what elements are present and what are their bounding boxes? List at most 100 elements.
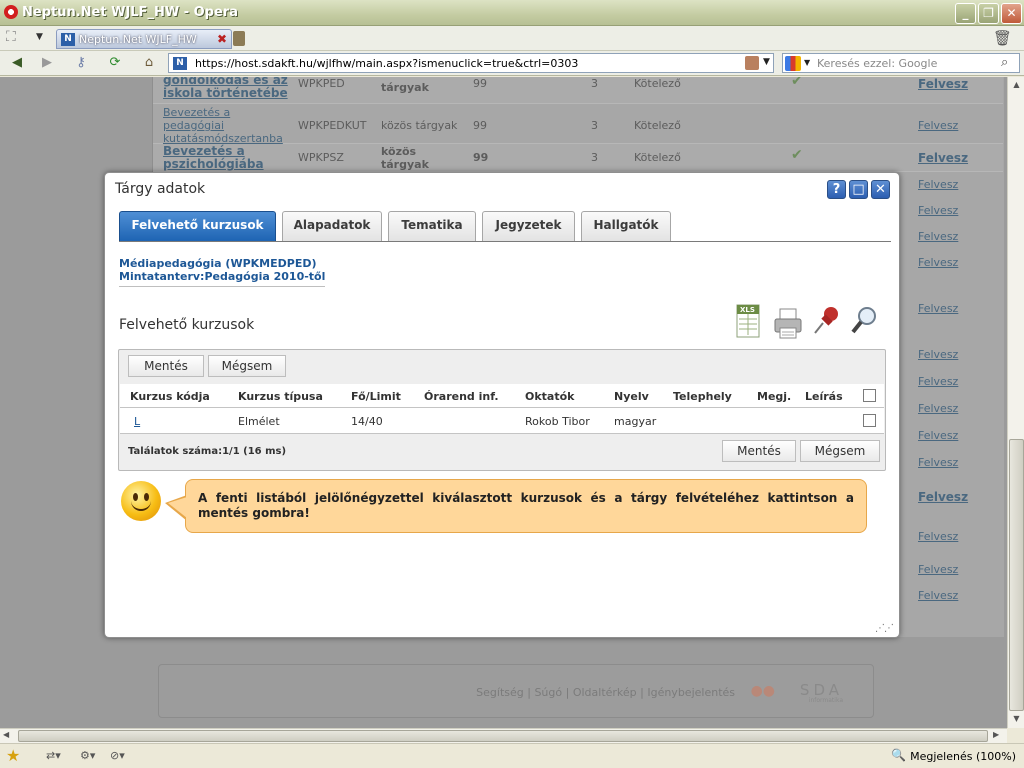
horizontal-scrollbar[interactable]: ◀ ▶ xyxy=(0,728,1007,743)
close-dialog-button[interactable]: ✕ xyxy=(871,180,890,199)
tab-basic-data[interactable]: Alapadatok xyxy=(282,211,382,241)
enroll-link[interactable]: Felvesz xyxy=(918,77,968,91)
cancel-button-bottom[interactable]: Mégsem xyxy=(800,440,880,462)
enroll-link[interactable]: Felvesz xyxy=(918,490,968,504)
back-icon[interactable]: ◀ xyxy=(6,53,28,73)
pin-icon[interactable] xyxy=(811,303,841,343)
zoom-icon[interactable]: 🔍 xyxy=(891,748,906,762)
hint-message: A fenti listából jelölőnégyzettel kivála… xyxy=(185,479,867,533)
results-count: Találatok száma:1/1 (16 ms) xyxy=(128,446,287,457)
enroll-link[interactable]: Felvesz xyxy=(918,348,958,361)
help-button[interactable]: ? xyxy=(827,180,846,199)
star-icon[interactable]: ★ xyxy=(6,746,20,765)
dialog-title: Tárgy adatok xyxy=(115,181,206,197)
column-header[interactable]: Kurzus típusa xyxy=(238,390,323,403)
enroll-link[interactable]: Felvesz xyxy=(918,178,958,191)
hscroll-thumb[interactable] xyxy=(18,730,988,742)
enroll-link[interactable]: Felvesz xyxy=(918,563,958,576)
tab-notes[interactable]: Jegyzetek xyxy=(482,211,575,241)
subject-details-dialog: Tárgy adatok ? □ ✕ Felvehető kurzusok Al… xyxy=(104,172,900,638)
xls-export-icon[interactable]: XLS xyxy=(735,303,765,343)
scroll-up-icon[interactable]: ▲ xyxy=(1010,78,1023,92)
search-go-icon[interactable]: ⌕ xyxy=(1001,55,1008,70)
column-header[interactable]: Kurzus kódja xyxy=(130,390,210,403)
footer-logo-subtitle: informatika xyxy=(808,697,843,704)
scroll-right-icon[interactable]: ▶ xyxy=(993,730,999,739)
url-field[interactable]: N https://host.sdakft.hu/wjlfhw/main.asp… xyxy=(168,53,774,73)
section-title: Felvehető kurzusok xyxy=(119,317,255,333)
maximize-button[interactable]: ❐ xyxy=(978,3,999,24)
column-header[interactable]: Megj. xyxy=(757,390,791,403)
column-header[interactable]: Telephely xyxy=(673,390,732,403)
unite-icon[interactable]: ⚙▾ xyxy=(80,749,95,762)
sync-icon[interactable]: ⇄▾ xyxy=(46,749,61,762)
enroll-link[interactable]: Felvesz xyxy=(918,589,958,602)
enroll-link[interactable]: Felvesz xyxy=(918,530,958,543)
resize-grip-icon[interactable]: ⋰⋰ xyxy=(875,624,894,634)
forward-icon[interactable]: ▶ xyxy=(36,53,58,73)
search-engine-dropdown-icon[interactable]: ▼ xyxy=(804,58,810,67)
subject-name-link[interactable]: Bevezetés a pszichológiába xyxy=(163,145,293,171)
curriculum-name: Mintatanterv:Pedagógia 2010-től xyxy=(119,270,326,283)
column-header[interactable]: Fő/Limit xyxy=(351,390,401,403)
scroll-thumb[interactable] xyxy=(1009,439,1024,711)
enroll-link[interactable]: Felvesz xyxy=(918,119,958,132)
enroll-link[interactable]: Felvesz xyxy=(918,456,958,469)
search-field[interactable]: ▼ Keresés ezzel: Google ⌕ xyxy=(782,53,1020,73)
course-checkbox[interactable] xyxy=(863,414,876,427)
close-tab-icon[interactable]: ✖ xyxy=(215,32,229,46)
enroll-link[interactable]: Felvesz xyxy=(918,375,958,388)
scroll-down-icon[interactable]: ▼ xyxy=(1010,712,1023,726)
trash-icon[interactable]: 🗑 xyxy=(993,29,1012,47)
browser-tab[interactable]: N Neptun.Net WJLF_HW ✖ xyxy=(56,29,232,49)
tab-topics[interactable]: Tematika xyxy=(388,211,476,241)
minimize-button[interactable]: _ xyxy=(955,3,976,24)
security-badge-icon[interactable] xyxy=(745,56,759,70)
subject-credit: 3 xyxy=(591,119,598,132)
subject-credit: 3 xyxy=(591,151,598,164)
url-text: https://host.sdakft.hu/wjlfhw/main.aspx?… xyxy=(195,57,579,70)
grid-footer: Találatok száma:1/1 (16 ms) Mentés Mégse… xyxy=(120,435,884,469)
tab-available-courses[interactable]: Felvehető kurzusok xyxy=(119,211,276,241)
menu-icon[interactable]: ⛶ xyxy=(6,29,26,47)
column-header[interactable]: Órarend inf. xyxy=(424,390,499,403)
select-all-checkbox[interactable] xyxy=(863,389,876,402)
url-dropdown-icon[interactable]: ▼ xyxy=(763,57,770,67)
maximize-dialog-button[interactable]: □ xyxy=(849,180,868,199)
save-button-bottom[interactable]: Mentés xyxy=(722,440,796,462)
home-icon[interactable]: ⌂ xyxy=(138,53,160,73)
courses-grid: Mentés Mégsem Kurzus kódja Kurzus típusa… xyxy=(118,349,886,471)
enroll-link[interactable]: Felvesz xyxy=(918,230,958,243)
course-code-link[interactable]: L xyxy=(134,415,140,428)
column-header[interactable]: Leírás xyxy=(805,390,843,403)
search-icon[interactable] xyxy=(850,303,880,343)
cancel-button[interactable]: Mégsem xyxy=(208,355,286,377)
close-window-button[interactable]: ✕ xyxy=(1001,3,1022,24)
enroll-link[interactable]: Felvesz xyxy=(918,204,958,217)
save-button[interactable]: Mentés xyxy=(128,355,204,377)
subject-name-link[interactable]: Bevezetés a pedagógiai kutatásmódszertan… xyxy=(163,106,293,145)
enroll-link[interactable]: Felvesz xyxy=(918,151,968,165)
enroll-link[interactable]: Felvesz xyxy=(918,402,958,415)
chevron-down-icon[interactable]: ▼ xyxy=(36,32,43,42)
subject-name-link[interactable]: gondolkodás és az iskola történetébe xyxy=(163,77,293,100)
column-header[interactable]: Nyelv xyxy=(614,390,649,403)
enroll-link[interactable]: Felvesz xyxy=(918,429,958,442)
google-icon xyxy=(785,56,801,71)
vertical-scrollbar[interactable]: ▲ ▼ xyxy=(1007,77,1024,728)
key-icon[interactable]: ⚷ xyxy=(70,53,92,73)
zoom-level[interactable]: Megjelenés (100%) xyxy=(910,750,1016,763)
table-row: L Elmélet 14/40 Rokob Tibor magyar xyxy=(120,408,884,434)
subject-num: 99 xyxy=(473,77,487,90)
enroll-link[interactable]: Felvesz xyxy=(918,302,958,315)
turbo-icon[interactable]: ⊘▾ xyxy=(110,749,125,762)
footer-links[interactable]: Segítség | Súgó | Oldaltérkép | Igénybej… xyxy=(476,686,735,699)
enroll-link[interactable]: Felvesz xyxy=(918,256,958,269)
scroll-left-icon[interactable]: ◀ xyxy=(3,730,9,739)
browser-tab-bar: ⛶ ▼ N Neptun.Net WJLF_HW ✖ 🗑 xyxy=(0,26,1024,51)
tab-students[interactable]: Hallgatók xyxy=(581,211,671,241)
column-header[interactable]: Oktatók xyxy=(525,390,574,403)
print-icon[interactable] xyxy=(772,303,802,343)
reload-icon[interactable]: ⟳ xyxy=(104,53,126,73)
new-tab-icon[interactable] xyxy=(233,31,245,46)
